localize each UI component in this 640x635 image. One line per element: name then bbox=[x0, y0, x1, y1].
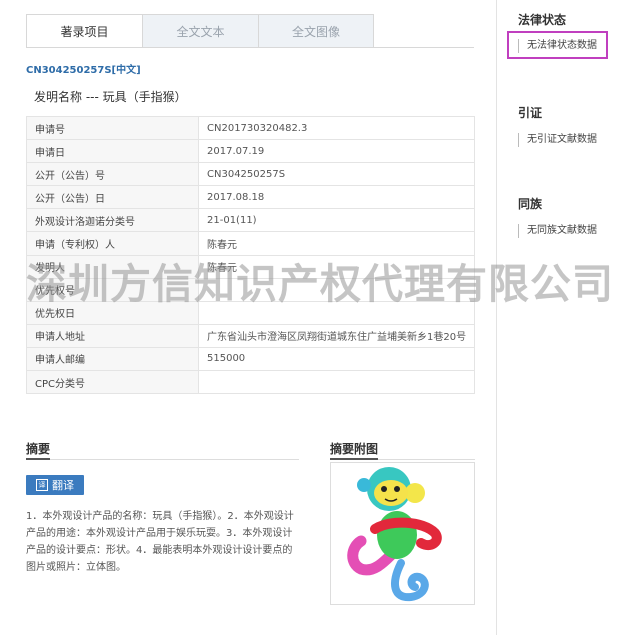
field-value: 陈春元 bbox=[198, 231, 475, 256]
abstract-underline bbox=[26, 458, 50, 460]
field-label: 发明人 bbox=[26, 254, 199, 279]
table-row: 申请号 CN201730320482.3 bbox=[26, 115, 475, 141]
sidebar: 法律状态 无法律状态数据 引证 无引证文献数据 同族 无同族文献数据 bbox=[498, 0, 640, 635]
tab-divider bbox=[26, 47, 474, 48]
finger-monkey-image bbox=[347, 467, 442, 602]
field-label: CPC分类号 bbox=[26, 370, 199, 395]
abstract-text: 1．本外观设计产品的名称：玩具（手指猴）。2．本外观设计产品的用途：本外观设计产… bbox=[26, 511, 294, 573]
field-label: 公开（公告）日 bbox=[26, 185, 199, 210]
family-title: 同族 bbox=[518, 197, 543, 211]
table-row: 公开（公告）号 CN304250257S bbox=[26, 162, 475, 187]
table-row: 申请人邮编 515000 bbox=[26, 346, 475, 372]
tab-bibliographic[interactable]: 著录项目 bbox=[26, 14, 142, 48]
field-value: 515000 bbox=[198, 346, 475, 372]
field-label: 申请人地址 bbox=[26, 323, 199, 348]
translate-label: 翻译 bbox=[52, 479, 74, 492]
tab-full-text[interactable]: 全文文本 bbox=[142, 14, 258, 48]
table-row: 优先权号 bbox=[26, 277, 475, 302]
figure-title: 摘要附图 bbox=[330, 442, 379, 456]
field-label: 申请号 bbox=[26, 115, 199, 141]
table-row: 外观设计洛迦诺分类号 21-01(11) bbox=[26, 208, 475, 233]
abstract-title: 摘要 bbox=[26, 442, 51, 456]
citation-section: 引证 无引证文献数据 bbox=[518, 104, 597, 147]
field-value: 2017.08.18 bbox=[198, 185, 475, 210]
field-value: 陈春元 bbox=[198, 254, 475, 279]
field-label: 申请（专利权）人 bbox=[26, 231, 199, 256]
field-value: 2017.07.19 bbox=[198, 139, 475, 164]
field-value bbox=[198, 277, 475, 302]
field-value bbox=[198, 370, 475, 395]
field-label: 申请人邮编 bbox=[26, 346, 199, 372]
publication-number[interactable]: CN304250257S[中文] bbox=[26, 61, 141, 76]
legal-status-highlight bbox=[507, 31, 608, 59]
tab-full-image[interactable]: 全文图像 bbox=[258, 14, 374, 48]
table-row: 公开（公告）日 2017.08.18 bbox=[26, 185, 475, 210]
field-label: 公开（公告）号 bbox=[26, 162, 199, 187]
family-item[interactable]: 无同族文献数据 bbox=[518, 224, 597, 238]
tab-bar: 著录项目 全文文本 全文图像 bbox=[26, 14, 376, 48]
main-panel: 著录项目 全文文本 全文图像 CN304250257S[中文] 发明名称 ---… bbox=[0, 0, 497, 635]
abstract-divider bbox=[26, 459, 299, 460]
citation-title: 引证 bbox=[518, 106, 543, 120]
translate-icon: 译 bbox=[36, 479, 48, 491]
translate-button[interactable]: 译 翻译 bbox=[26, 475, 84, 495]
field-label: 优先权日 bbox=[26, 300, 199, 325]
table-row: 申请日 2017.07.19 bbox=[26, 139, 475, 164]
field-value bbox=[198, 300, 475, 325]
citation-item[interactable]: 无引证文献数据 bbox=[518, 133, 597, 147]
field-value: CN304250257S bbox=[198, 162, 475, 187]
field-value: 广东省汕头市澄海区凤翔街道城东住广益埔美新乡1巷20号 bbox=[198, 323, 475, 348]
field-value: 21-01(11) bbox=[198, 208, 475, 233]
legal-status-title: 法律状态 bbox=[518, 13, 567, 27]
bibliographic-table: 申请号 CN201730320482.3 申请日 2017.07.19 公开（公告）… bbox=[26, 115, 475, 395]
field-value: CN201730320482.3 bbox=[198, 115, 475, 141]
table-row: 申请人地址 广东省汕头市澄海区凤翔街道城东住广益埔美新乡1巷20号 bbox=[26, 323, 475, 348]
table-row: CPC分类号 bbox=[26, 370, 475, 395]
table-row: 发明人 陈春元 bbox=[26, 254, 475, 279]
abstract-figure[interactable] bbox=[330, 462, 475, 605]
family-section: 同族 无同族文献数据 bbox=[518, 195, 597, 238]
field-label: 外观设计洛迦诺分类号 bbox=[26, 208, 199, 233]
figure-underline bbox=[330, 458, 378, 460]
invention-name: 发明名称 --- 玩具（手指猴） bbox=[34, 90, 187, 104]
table-row: 申请（专利权）人 陈春元 bbox=[26, 231, 475, 256]
field-label: 优先权号 bbox=[26, 277, 199, 302]
field-label: 申请日 bbox=[26, 139, 199, 164]
table-row: 优先权日 bbox=[26, 300, 475, 325]
